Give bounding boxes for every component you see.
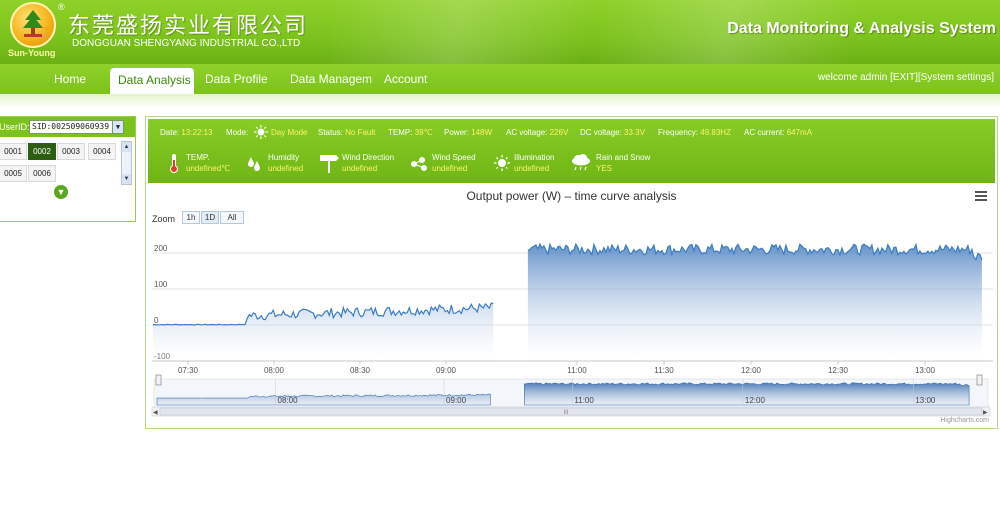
sensor-humidity-value: undefined	[268, 164, 304, 173]
analysis-panel: Date: 13:22:13 Mode: Day Mode Status: No…	[145, 116, 998, 429]
navigator-handle-right[interactable]	[976, 374, 983, 386]
nav-data-profile[interactable]: Data Profile	[205, 72, 268, 86]
status-temp: TEMP: 39℃	[388, 128, 433, 137]
scroll-down-icon[interactable]: ▼	[122, 174, 131, 184]
company-name-en: DONGGUAN SHENGYANG INDUSTRIAL CO.,LTD	[72, 38, 301, 49]
scroll-up-icon[interactable]: ▲	[122, 142, 131, 152]
chart-credits[interactable]: Highcharts.com	[940, 417, 989, 424]
userid-value: SID:002509060939	[32, 122, 110, 131]
sensor-wind-speed-name: Wind Speed	[432, 153, 476, 162]
device-selector-header: UserID: SID:002509060939 ▼	[0, 117, 135, 137]
status-frequency: Frequency: 49.83HZ	[658, 128, 731, 137]
status-mode: Mode:	[226, 128, 249, 137]
navigator-tick-label: 08:00	[278, 396, 299, 405]
device-selector-panel: UserID: SID:002509060939 ▼ 0001 0002 000…	[0, 116, 136, 222]
sensor-illumination-value: undefined	[514, 164, 550, 173]
y-tick-label: 0	[154, 316, 159, 325]
thermometer-icon	[170, 154, 178, 173]
system-title: Data Monitoring & Analysis System	[727, 20, 996, 37]
logo-tree-icon	[23, 10, 43, 37]
x-tick-label: 11:00	[567, 366, 587, 375]
sensor-wind-speed-value: undefined	[432, 164, 468, 173]
sid-item[interactable]: 0001	[0, 143, 27, 160]
x-tick-label: 08:00	[264, 366, 285, 375]
nav-home[interactable]: Home	[54, 72, 86, 86]
arrow-down-icon[interactable]: ▼	[54, 185, 68, 199]
navigator-scroll-thumb[interactable]	[159, 407, 983, 416]
rain-cloud-icon	[572, 154, 590, 171]
navigator-tick-label: 13:00	[915, 396, 936, 405]
chevron-down-icon[interactable]: ▼	[112, 121, 123, 133]
scroll-grip: III	[563, 410, 568, 416]
wind-direction-icon	[320, 155, 339, 173]
sensor-rain-snow-name: Rain and Snow	[596, 153, 651, 162]
scroll-left-icon[interactable]: ◀	[153, 410, 158, 416]
humidity-icon	[248, 157, 260, 171]
x-tick-label: 13:00	[915, 366, 936, 375]
userid-label: UserID:	[0, 122, 30, 132]
status-mode-value: Day Mode	[271, 128, 308, 137]
x-tick-label: 12:00	[741, 366, 762, 375]
sid-item-selected[interactable]: 0002	[28, 143, 56, 160]
welcome-links[interactable]: welcome admin [EXIT][System settings]	[818, 72, 994, 83]
status-dc-voltage: DC voltage: 33.3V	[580, 128, 645, 137]
sid-item[interactable]: 0003	[57, 143, 85, 160]
logo-text: Sun-Young	[8, 48, 56, 58]
x-tick-label: 08:30	[350, 366, 371, 375]
sid-item[interactable]: 0005	[0, 165, 27, 182]
nav-data-management[interactable]: Data Managem	[290, 72, 372, 86]
userid-select[interactable]: SID:002509060939 ▼	[29, 120, 124, 134]
sun-icon	[494, 155, 510, 171]
power-chart: Output power (W) – time curve analysis Z…	[148, 185, 995, 427]
power-area	[153, 244, 982, 361]
wind-speed-icon	[411, 157, 427, 171]
status-bar: Date: 13:22:13 Mode: Day Mode Status: No…	[148, 119, 995, 183]
sun-icon	[254, 125, 268, 139]
status-fault: Status: No Fault	[318, 128, 376, 137]
navigator-tick-label: 11:00	[574, 396, 594, 405]
sensor-rain-snow-value: YES	[596, 164, 613, 173]
nav-shadow	[0, 94, 1000, 108]
sensor-temp-value: undefined℃	[186, 164, 231, 173]
sensor-illumination-name: Illumination	[514, 153, 555, 162]
navigator-handle-left[interactable]	[155, 374, 162, 386]
x-tick-label: 07:30	[178, 366, 199, 375]
sid-item[interactable]: 0006	[28, 165, 56, 182]
nav-account[interactable]: Account	[384, 72, 427, 86]
nav-data-analysis-label: Data Analysis	[118, 73, 191, 87]
chart-plot: -1000100200 07:3008:0008:3009:0011:0011:…	[151, 242, 993, 417]
sid-scrollbar[interactable]: ▲ ▼	[121, 141, 132, 185]
sensor-temp-name: TEMP.	[186, 153, 210, 162]
y-tick-label: 100	[154, 280, 168, 289]
nav-data-analysis[interactable]: Data Analysis	[110, 68, 194, 94]
x-tick-label: 09:00	[436, 366, 457, 375]
sensor-humidity-name: Humidity	[268, 153, 300, 162]
status-power: Power: 148W	[444, 128, 493, 137]
status-ac-current: AC current: 647mA	[744, 128, 813, 137]
navigator-tick-label: 09:00	[446, 396, 467, 405]
y-tick-label: 200	[154, 244, 168, 253]
x-tick-label: 12:30	[828, 366, 849, 375]
sid-item[interactable]: 0004	[88, 143, 116, 160]
registered-mark: ®	[58, 2, 65, 12]
company-name-cn: 东莞盛扬实业有限公司	[68, 14, 309, 39]
navigator-tick-label: 12:00	[745, 396, 766, 405]
status-date: Date: 13:22:13	[160, 128, 213, 137]
status-ac-voltage: AC voltage: 226V	[506, 128, 569, 137]
header-banner: ® Sun-Young 东莞盛扬实业有限公司 DONGGUAN SHENGYAN…	[0, 0, 1000, 64]
sensor-wind-direction-name: Wind Direction	[342, 153, 395, 162]
sensor-wind-direction-value: undefined	[342, 164, 378, 173]
scroll-right-icon[interactable]: ▶	[983, 410, 988, 416]
x-tick-label: 11:30	[654, 366, 674, 375]
